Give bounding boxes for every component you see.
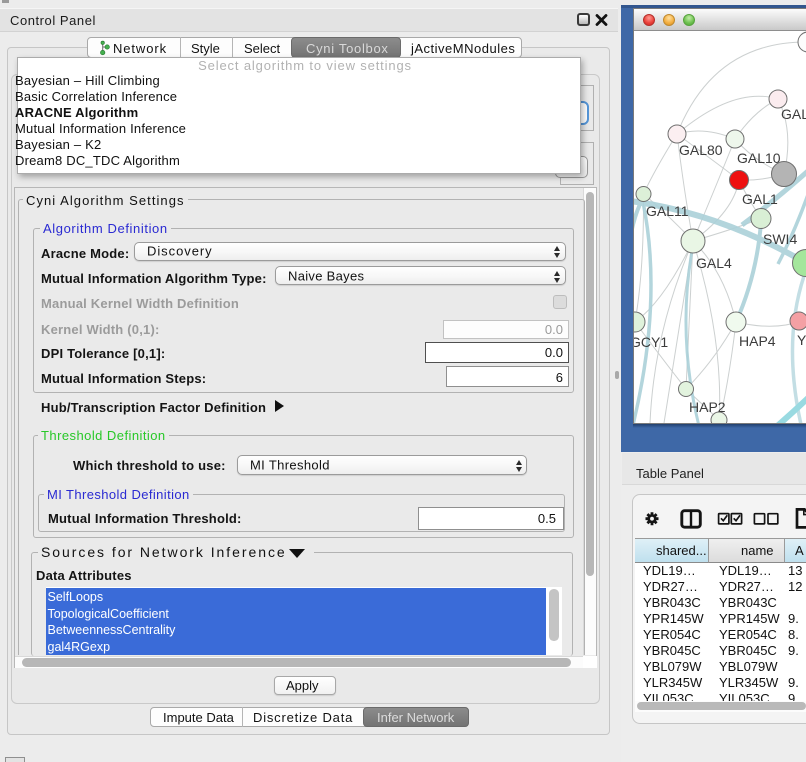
svg-text:GAL80: GAL80 [679, 142, 723, 158]
svg-text:GAL4: GAL4 [696, 255, 732, 271]
svg-text:GAL11: GAL11 [646, 203, 689, 219]
svg-text:HAP2: HAP2 [689, 399, 726, 415]
svg-text:GAL8: GAL8 [781, 106, 806, 122]
svg-text:Y: Y [797, 332, 806, 348]
svg-text:SWI4: SWI4 [763, 231, 797, 247]
svg-text:GAL10: GAL10 [737, 150, 781, 166]
svg-text:GAL1: GAL1 [742, 191, 778, 207]
svg-text:HAP4: HAP4 [739, 333, 776, 349]
svg-text:GCY1: GCY1 [634, 334, 668, 350]
